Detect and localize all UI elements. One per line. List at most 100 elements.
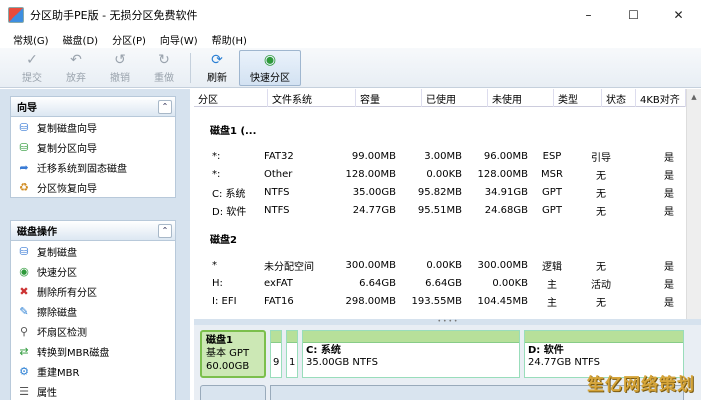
disk-ops-group: 磁盘操作 ⌃ ⛁ 复制磁盘 ◉ 快速分区 ✖ 删除所有分区 ✎ 擦除磁盘 ⚲ 坏… [10, 220, 176, 400]
disk-op-properties[interactable]: ☰ 属性 [11, 381, 175, 400]
disk1-card[interactable]: 磁盘1 基本 GPT 60.00GB [200, 330, 266, 378]
disk-op-delete-all[interactable]: ✖ 删除所有分区 [11, 281, 175, 301]
window-controls: – ☐ ✕ [566, 0, 701, 30]
scan-icon: ⚲ [19, 324, 29, 338]
refresh-button[interactable]: ⟳ 刷新 [195, 50, 239, 86]
disk-op-convert-mbr[interactable]: ⇄ 转换到MBR磁盘 [11, 341, 175, 361]
quick-partition-button[interactable]: ◉ 快速分区 [239, 49, 301, 86]
table-row[interactable]: *: FAT32 99.00MB 3.00MB 96.00MB ESP 引导 是 [194, 147, 686, 165]
wizard-item-copy-partition[interactable]: ⛁ 复制分区向导 [11, 137, 175, 157]
menu-disk[interactable]: 磁盘(D) [56, 32, 106, 47]
table-row[interactable]: * 未分配空间 300.00MB 0.00KB 300.00MB 逻辑 无 是 [194, 256, 686, 274]
table-row[interactable]: D: 软件 NTFS 24.77GB 95.51MB 24.68GB GPT 无… [194, 201, 686, 219]
usage-bar [525, 331, 683, 343]
cell-unused: 300.00MB [477, 259, 528, 271]
usage-bar [271, 331, 281, 343]
usage-bar [287, 331, 297, 343]
column-header[interactable]: 类型 [554, 89, 602, 107]
menu-help[interactable]: 帮助(H) [205, 32, 254, 47]
collapse-icon[interactable]: ⌃ [158, 99, 172, 114]
partition-block-label: 9 [273, 357, 280, 368]
cell-partition: H: [212, 277, 223, 289]
cell-used: 95.51MB [417, 204, 462, 216]
menu-general[interactable]: 常规(G) [6, 32, 56, 47]
cell-filesystem: FAT32 [264, 150, 294, 162]
partition-block-esp[interactable]: 9 [270, 330, 282, 378]
wizard-item-recover[interactable]: ♻ 分区恢复向导 [11, 177, 175, 197]
table-row[interactable]: *: Other 128.00MB 0.00KB 128.00MB MSR 无 … [194, 165, 686, 183]
wizard-group-header[interactable]: 向导 ⌃ [11, 97, 175, 117]
cell-filesystem: FAT16 [264, 295, 294, 307]
wizard-item-label: 复制分区向导 [37, 143, 97, 155]
undo-label: 撤销 [110, 72, 130, 84]
eraser-icon: ✎ [19, 304, 29, 318]
cell-type: 主 [547, 297, 557, 309]
column-header[interactable]: 容量 [356, 89, 422, 107]
disk-op-copy-disk[interactable]: ⛁ 复制磁盘 [11, 241, 175, 261]
column-header[interactable]: 已使用 [422, 89, 488, 107]
title-bar: 分区助手PE版 - 无损分区免费软件 – ☐ ✕ [0, 0, 701, 30]
disk-ops-group-title: 磁盘操作 [17, 227, 57, 238]
wizard-item-label: 分区恢复向导 [37, 183, 97, 195]
quick-partition-icon: ◉ [19, 264, 29, 278]
cell-type: ESP [542, 150, 562, 162]
column-header[interactable]: 4KB对齐 [636, 89, 686, 107]
cell-status: 无 [596, 206, 606, 218]
partition-block-text: D: 软件 24.77GB NTFS [525, 343, 683, 371]
disk-op-bad-sector[interactable]: ⚲ 坏扇区检测 [11, 321, 175, 341]
column-header[interactable]: 未使用 [488, 89, 554, 107]
cell-unused: 96.00MB [483, 150, 528, 162]
undo-icon: ↺ [114, 51, 126, 68]
cell-capacity: 128.00MB [345, 168, 396, 180]
cell-used: 3.00MB [424, 150, 462, 162]
wizard-item-copy-disk[interactable]: ⛁ 复制磁盘向导 [11, 117, 175, 137]
redo-label: 重做 [154, 72, 174, 84]
rebuild-icon: ⚙ [19, 364, 29, 378]
disk-op-quick-partition[interactable]: ◉ 快速分区 [11, 261, 175, 281]
scroll-up-icon[interactable]: ▲ [687, 89, 701, 104]
partition-d-detail: 24.77GB NTFS [528, 357, 600, 368]
undo-button[interactable]: ↺ 撤销 [98, 50, 142, 86]
partition-c-title: C: 系统 [306, 345, 341, 356]
minimize-button[interactable]: – [566, 0, 611, 30]
partition-block-c[interactable]: C: 系统 35.00GB NTFS [302, 330, 520, 378]
cell-filesystem: exFAT [264, 277, 293, 289]
column-header[interactable]: 文件系统 [268, 89, 356, 107]
cell-unused: 34.91GB [484, 186, 528, 198]
partition-block-msr[interactable]: 1 [286, 330, 298, 378]
commit-button[interactable]: ✓ 提交 [10, 50, 54, 86]
disk-op-wipe[interactable]: ✎ 擦除磁盘 [11, 301, 175, 321]
column-header[interactable]: 分区 [194, 89, 268, 107]
redo-icon: ↻ [158, 51, 170, 68]
close-button[interactable]: ✕ [656, 0, 701, 30]
disk-op-rebuild-mbr[interactable]: ⚙ 重建MBR [11, 361, 175, 381]
cell-used: 193.55MB [411, 295, 462, 307]
maximize-button[interactable]: ☐ [611, 0, 656, 30]
menu-wizard[interactable]: 向导(W) [153, 32, 205, 47]
cell-4k-align: 是 [664, 261, 674, 273]
disk-op-label: 重建MBR [37, 367, 80, 379]
cell-capacity: 99.00MB [351, 150, 396, 162]
cell-used: 0.00KB [426, 259, 462, 271]
menu-bar: 常规(G) 磁盘(D) 分区(P) 向导(W) 帮助(H) [0, 30, 701, 48]
disk2-card[interactable] [200, 385, 266, 400]
redo-button[interactable]: ↻ 重做 [142, 50, 186, 86]
collapse-icon[interactable]: ⌃ [158, 223, 172, 238]
vertical-scrollbar[interactable]: ▲ [686, 89, 701, 319]
cell-capacity: 35.00GB [352, 186, 396, 198]
wizard-item-migrate-os[interactable]: ➦ 迁移系统到固态磁盘 [11, 157, 175, 177]
menu-partition[interactable]: 分区(P) [105, 32, 153, 47]
disk-ops-group-header[interactable]: 磁盘操作 ⌃ [11, 221, 175, 241]
table-row[interactable]: I: EFI FAT16 298.00MB 193.55MB 104.45MB … [194, 292, 686, 310]
cell-status: 无 [596, 170, 606, 182]
discard-button[interactable]: ↶ 放弃 [54, 50, 98, 86]
cell-partition: * [212, 259, 217, 271]
table-row[interactable]: H: exFAT 6.64GB 6.64GB 0.00KB 主 活动 是 [194, 274, 686, 292]
cell-capacity: 24.77GB [352, 204, 396, 216]
column-header[interactable]: 状态 [602, 89, 636, 107]
quick-partition-icon: ◉ [263, 51, 277, 68]
table-row[interactable]: C: 系统 NTFS 35.00GB 95.82MB 34.91GB GPT 无… [194, 183, 686, 201]
cell-filesystem: Other [264, 168, 293, 180]
cell-type: 逻辑 [542, 261, 562, 273]
commit-icon: ✓ [26, 51, 38, 68]
